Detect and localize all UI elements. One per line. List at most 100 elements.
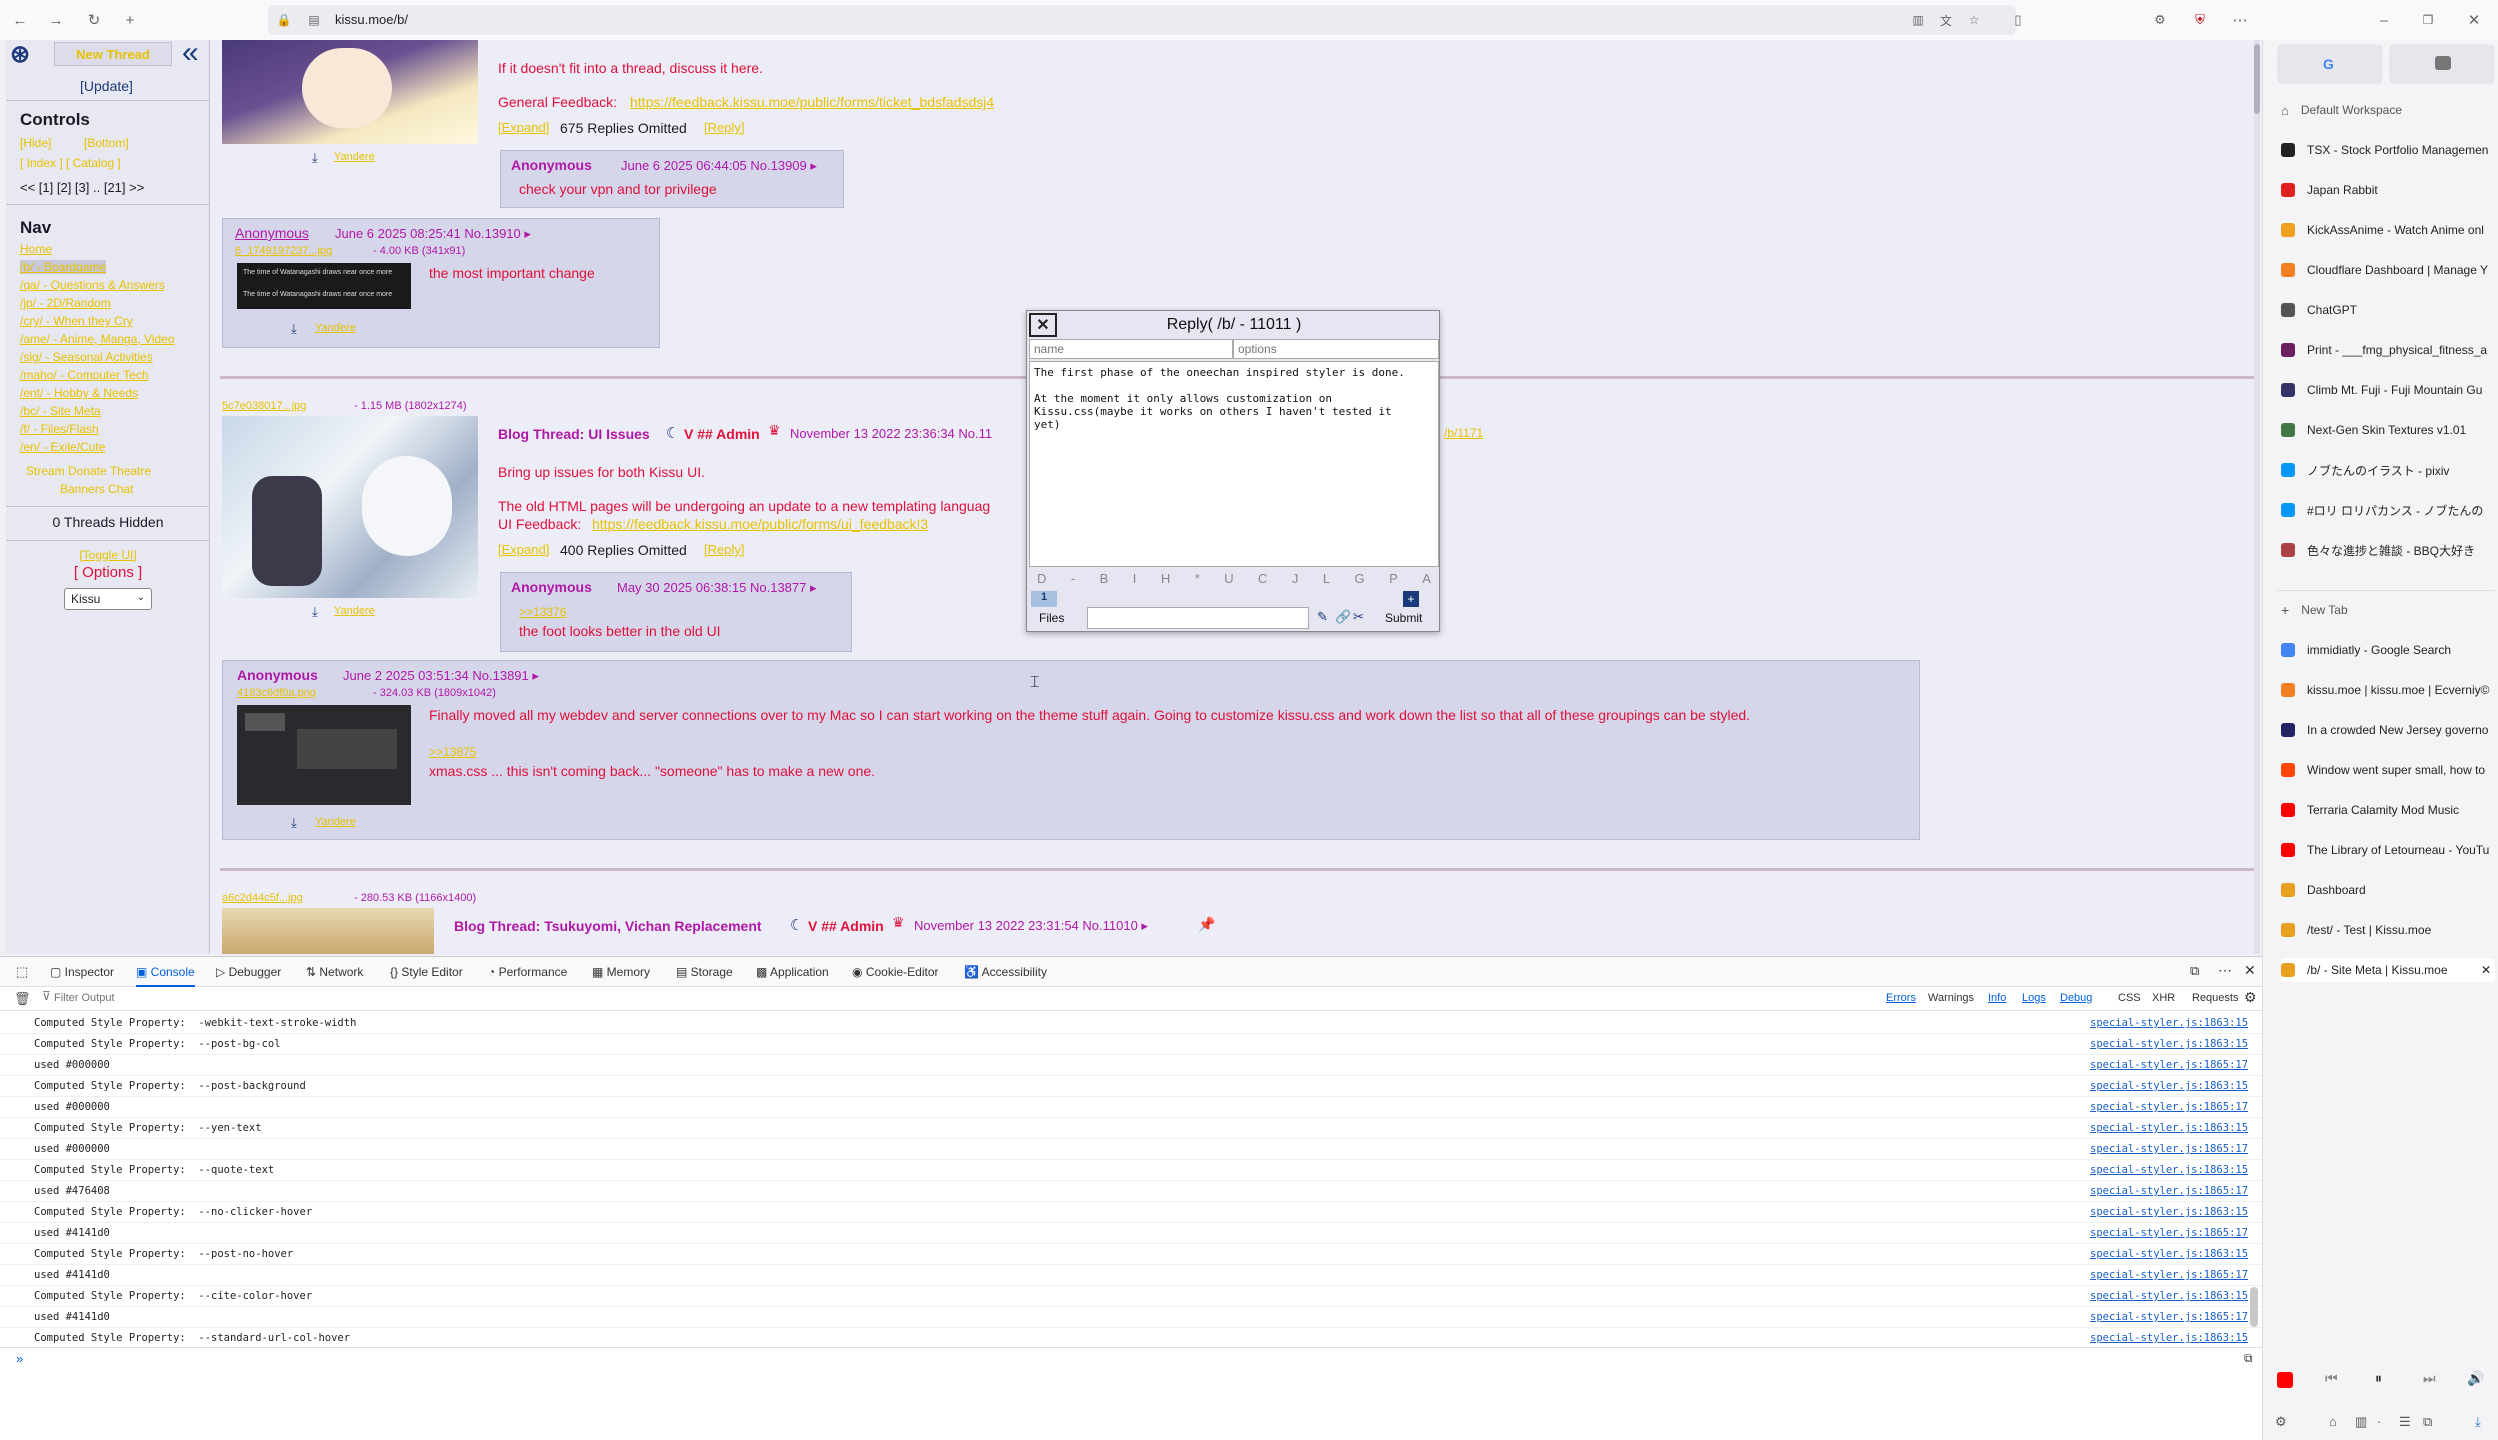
tab-storage[interactable]: ▤ Storage bbox=[676, 965, 733, 979]
post-meta[interactable]: May 30 2025 06:38:15 No.13877 ▸ bbox=[617, 580, 817, 596]
format-button[interactable]: * bbox=[1195, 571, 1200, 589]
post-meta[interactable]: June 6 2025 06:44:05 No.13909 ▸ bbox=[621, 158, 817, 174]
thread2-ui-feedback-link[interactable]: https://feedback.kissu.moe/public/forms/… bbox=[592, 516, 928, 532]
reader-icon[interactable]: ▥ bbox=[1908, 10, 1928, 30]
thread3-op-image[interactable] bbox=[222, 908, 434, 954]
tab-style-editor[interactable]: {} Style Editor bbox=[390, 965, 463, 979]
post-meta[interactable]: June 6 2025 08:25:41 No.13910 ▸ bbox=[335, 226, 531, 242]
close-tab-icon[interactable]: ✕ bbox=[2481, 963, 2495, 977]
nav-item-ame[interactable]: /ame/ - Anime, Manga, Video bbox=[20, 332, 175, 346]
pause-icon[interactable]: ⏸ bbox=[2375, 1370, 2382, 1387]
sidebar-tab[interactable]: Dashboard bbox=[2281, 878, 2495, 902]
log-source-link[interactable]: special-styler.js:1865:17 bbox=[2090, 1059, 2248, 1071]
thread1-reply-link[interactable]: [Reply] bbox=[704, 120, 744, 135]
tab-memory[interactable]: ▦ Memory bbox=[592, 965, 650, 979]
nav-item-ent[interactable]: /ent/ - Hobby & Needs bbox=[20, 386, 138, 400]
sidebar-tab[interactable]: KickAssAnime - Watch Anime onl bbox=[2281, 218, 2495, 242]
level-warnings[interactable]: Warnings bbox=[1928, 992, 1974, 1004]
thread2-op-image[interactable] bbox=[222, 416, 478, 598]
volume-icon[interactable]: 🔊 bbox=[2467, 1370, 2484, 1387]
toggle-ui-link[interactable]: [Toggle UI] bbox=[6, 548, 210, 562]
log-source-link[interactable]: special-styler.js:1865:17 bbox=[2090, 1185, 2248, 1197]
tab-accessibility[interactable]: ♿ Accessibility bbox=[964, 965, 1047, 979]
restore-icon[interactable]: ❐ bbox=[2418, 10, 2438, 30]
pagination[interactable]: << [1] [2] [3] .. [21] >> bbox=[20, 180, 144, 195]
sidebar-tab[interactable]: In a crowded New Jersey governo bbox=[2281, 718, 2495, 742]
tab-performance[interactable]: ◔ Performance bbox=[488, 965, 567, 979]
format-button[interactable]: - bbox=[1071, 571, 1075, 589]
sidebar-tab[interactable]: The Library of Letourneau - YouTu bbox=[2281, 838, 2495, 862]
pencil-icon[interactable]: ✎ bbox=[1317, 609, 1328, 625]
thread1-op-image[interactable] bbox=[222, 40, 478, 144]
ublock-icon[interactable]: ⛨ bbox=[2190, 10, 2210, 30]
bottom-link[interactable]: [Bottom] bbox=[84, 136, 129, 150]
log-source-link[interactable]: special-styler.js:1863:15 bbox=[2090, 1206, 2248, 1218]
type-xhr[interactable]: XHR bbox=[2152, 992, 2175, 1004]
pinned-tab-2[interactable] bbox=[2389, 44, 2495, 84]
update-link[interactable]: [Update] bbox=[80, 78, 133, 94]
thread2-file-link[interactable]: 5c7e038017...jpg bbox=[222, 400, 306, 412]
download-icon[interactable]: ⤓ bbox=[312, 150, 318, 166]
sidebar-tab[interactable]: Window went super small, how to bbox=[2281, 758, 2495, 782]
pick-element-icon[interactable]: ⬚ bbox=[16, 964, 28, 980]
sidebar-tab[interactable]: TSX - Stock Portfolio Managemen bbox=[2281, 138, 2495, 162]
file-tab[interactable]: 1 bbox=[1031, 591, 1057, 607]
submit-button[interactable]: Submit bbox=[1385, 611, 1422, 625]
sidebar-tab[interactable]: ChatGPT bbox=[2281, 298, 2495, 322]
sidebar-tab[interactable]: Cloudflare Dashboard | Manage Y bbox=[2281, 258, 2495, 282]
post-dl-link[interactable]: Yandere bbox=[315, 816, 356, 828]
page-info-icon[interactable]: ▤ bbox=[304, 10, 324, 30]
nav-footer-links-2[interactable]: Banners Chat bbox=[60, 482, 133, 496]
format-button[interactable]: L bbox=[1323, 571, 1330, 589]
tab-console[interactable]: ▣ Console bbox=[136, 965, 195, 987]
format-button[interactable]: H bbox=[1161, 571, 1170, 589]
thread3-file-link[interactable]: a6c2d44c5f...jpg bbox=[222, 892, 303, 904]
thread2-reply-link[interactable]: [Reply] bbox=[704, 542, 744, 557]
format-button[interactable]: A bbox=[1422, 571, 1431, 589]
sidebar-tab[interactable]: immidiatly - Google Search bbox=[2281, 638, 2495, 662]
link-icon[interactable]: 🔗 bbox=[1335, 609, 1351, 625]
tab-cookie-editor[interactable]: ◉ Cookie-Editor bbox=[852, 965, 939, 979]
sidebar-tab[interactable]: Japan Rabbit bbox=[2281, 178, 2495, 202]
post-dl-link[interactable]: Yandere bbox=[315, 322, 356, 334]
post-quote-link[interactable]: >>13875 bbox=[429, 745, 476, 759]
nav-item-bc[interactable]: /bc/ - Site Meta bbox=[20, 404, 101, 418]
console-settings-icon[interactable]: ⚙ bbox=[2244, 989, 2257, 1006]
settings-icon[interactable]: ⚙ bbox=[2275, 1414, 2287, 1430]
dock-icon[interactable]: ⧉ bbox=[2190, 963, 2199, 979]
thread1-feedback-link[interactable]: https://feedback.kissu.moe/public/forms/… bbox=[630, 94, 994, 110]
download-icon[interactable]: ⤓ bbox=[312, 604, 318, 620]
trash-icon[interactable]: 🗑 bbox=[14, 991, 31, 1007]
download-icon[interactable]: ⤓ bbox=[2475, 1414, 2481, 1430]
add-file-icon[interactable]: + bbox=[1403, 591, 1419, 607]
nav-item-cry[interactable]: /cry/ - When they Cry bbox=[20, 314, 133, 328]
sidebar-tab[interactable]: kissu.moe | kissu.moe | Ecverniy© bbox=[2281, 678, 2495, 702]
post-file-link[interactable]: 6_1749197237...jpg bbox=[235, 245, 332, 257]
hide-link[interactable]: [Hide] bbox=[20, 136, 51, 150]
minimize-icon[interactable]: – bbox=[2374, 10, 2394, 30]
format-button[interactable]: J bbox=[1292, 571, 1299, 589]
options-link[interactable]: [ Options ] bbox=[6, 564, 210, 581]
log-source-link[interactable]: special-styler.js:1863:15 bbox=[2090, 1080, 2248, 1092]
name-input[interactable] bbox=[1029, 339, 1233, 359]
page-scrollbar[interactable] bbox=[2254, 40, 2260, 954]
thread2-date[interactable]: November 13 2022 23:36:34 No.11 bbox=[790, 426, 992, 441]
bookmark-icon[interactable]: ☆ bbox=[1964, 10, 1984, 30]
reload-icon[interactable]: ↻ bbox=[84, 10, 104, 30]
level-errors[interactable]: Errors bbox=[1886, 992, 1916, 1004]
format-button[interactable]: I bbox=[1133, 571, 1137, 589]
post-quote-link[interactable]: >>13376 bbox=[519, 605, 566, 619]
nav-item-home[interactable]: Home bbox=[20, 242, 52, 256]
format-button[interactable]: P bbox=[1389, 571, 1398, 589]
tab-application[interactable]: ▩ Application bbox=[756, 965, 829, 979]
log-source-link[interactable]: special-styler.js:1863:15 bbox=[2090, 1290, 2248, 1302]
log-source-link[interactable]: special-styler.js:1863:15 bbox=[2090, 1164, 2248, 1176]
log-source-link[interactable]: special-styler.js:1863:15 bbox=[2090, 1038, 2248, 1050]
thread3-date[interactable]: November 13 2022 23:31:54 No.11010 ▸ bbox=[914, 918, 1148, 934]
theme-select[interactable]: Kissu ⌄ bbox=[64, 588, 152, 610]
nav-footer-links[interactable]: Stream Donate Theatre bbox=[26, 464, 151, 478]
tab-network[interactable]: ⇅ Network bbox=[306, 965, 363, 979]
thread2-extra-link[interactable]: /b/1171 bbox=[1444, 426, 1483, 440]
sidebar-toggle-icon[interactable]: ▯ bbox=[2008, 10, 2028, 30]
sidebar-tab[interactable]: /test/ - Test | Kissu.moe bbox=[2281, 918, 2495, 942]
